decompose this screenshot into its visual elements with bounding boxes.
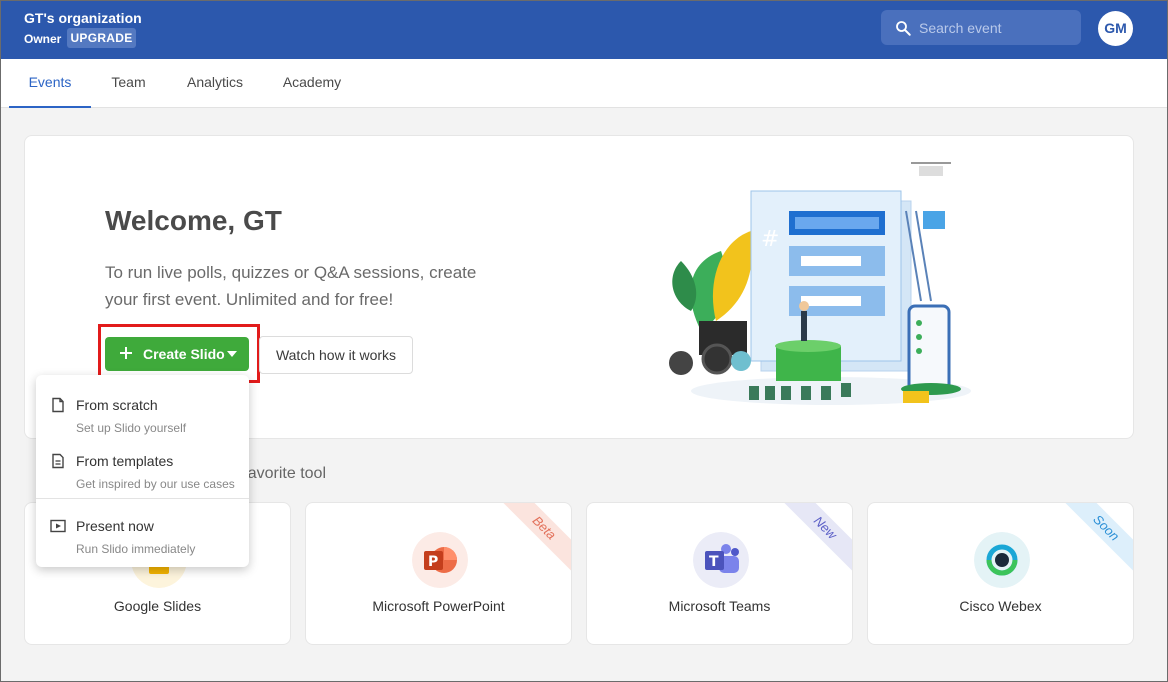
play-screen-icon (50, 519, 66, 533)
menu-item-subtitle: Set up Slido yourself (76, 421, 187, 435)
menu-item-from-scratch[interactable]: From scratch Set up Slido yourself (36, 381, 249, 437)
svg-text:P: P (428, 554, 438, 570)
welcome-title: Welcome, GT (105, 205, 282, 236)
tab-team[interactable]: Team (101, 59, 156, 108)
top-bar: GT's organization Owner UPGRADE GM (1, 1, 1167, 59)
search-box[interactable] (881, 10, 1081, 45)
menu-item-title: Present now (76, 518, 154, 534)
integration-card-teams[interactable]: New T Microsoft Teams (586, 502, 853, 645)
create-slido-menu: From scratch Set up Slido yourself From … (36, 375, 249, 567)
watch-how-it-works-button[interactable]: Watch how it works (259, 336, 413, 374)
welcome-illustration: # (669, 162, 971, 405)
menu-item-subtitle: Get inspired by our use cases (76, 477, 235, 491)
search-icon (896, 21, 911, 36)
integration-card-powerpoint[interactable]: Beta P Microsoft PowerPoint (305, 502, 572, 645)
soon-badge: Soon (1059, 503, 1133, 575)
beta-badge: Beta (497, 503, 571, 575)
integration-name: Google Slides (113, 598, 202, 614)
svg-text:T: T (709, 554, 719, 570)
integration-name: Cisco Webex (959, 598, 1042, 614)
new-badge: New (778, 503, 852, 575)
tab-events[interactable]: Events (9, 59, 91, 108)
tab-bar: Events Team Analytics Academy (1, 59, 1167, 108)
powerpoint-icon: P (412, 532, 468, 588)
menu-item-present-now[interactable]: Present now Run Slido immediately (36, 502, 249, 558)
tab-academy[interactable]: Academy (273, 59, 351, 108)
menu-item-title: From templates (76, 453, 174, 469)
integration-card-webex[interactable]: Soon Cisco Webex (867, 502, 1134, 645)
upgrade-button[interactable]: UPGRADE (67, 28, 136, 48)
welcome-text: To run live polls, quizzes or Q&A sessio… (105, 263, 477, 309)
tab-analytics[interactable]: Analytics (177, 59, 253, 108)
document-icon (52, 397, 64, 413)
menu-item-from-templates[interactable]: From templates Get inspired by our use c… (36, 437, 249, 493)
organization-name[interactable]: GT's organization (24, 10, 142, 26)
menu-item-title: From scratch (76, 397, 158, 413)
menu-item-subtitle: Run Slido immediately (76, 542, 196, 556)
template-icon (52, 453, 64, 469)
integration-name: Microsoft Teams (668, 598, 771, 614)
webex-icon (974, 532, 1030, 588)
integration-name: Microsoft PowerPoint (372, 598, 505, 614)
role-label: Owner (24, 32, 62, 46)
menu-divider (36, 498, 249, 499)
teams-icon: T (693, 532, 749, 588)
search-input[interactable] (919, 10, 1074, 45)
svg-text:#: # (761, 227, 779, 252)
avatar[interactable]: GM (1098, 11, 1133, 46)
